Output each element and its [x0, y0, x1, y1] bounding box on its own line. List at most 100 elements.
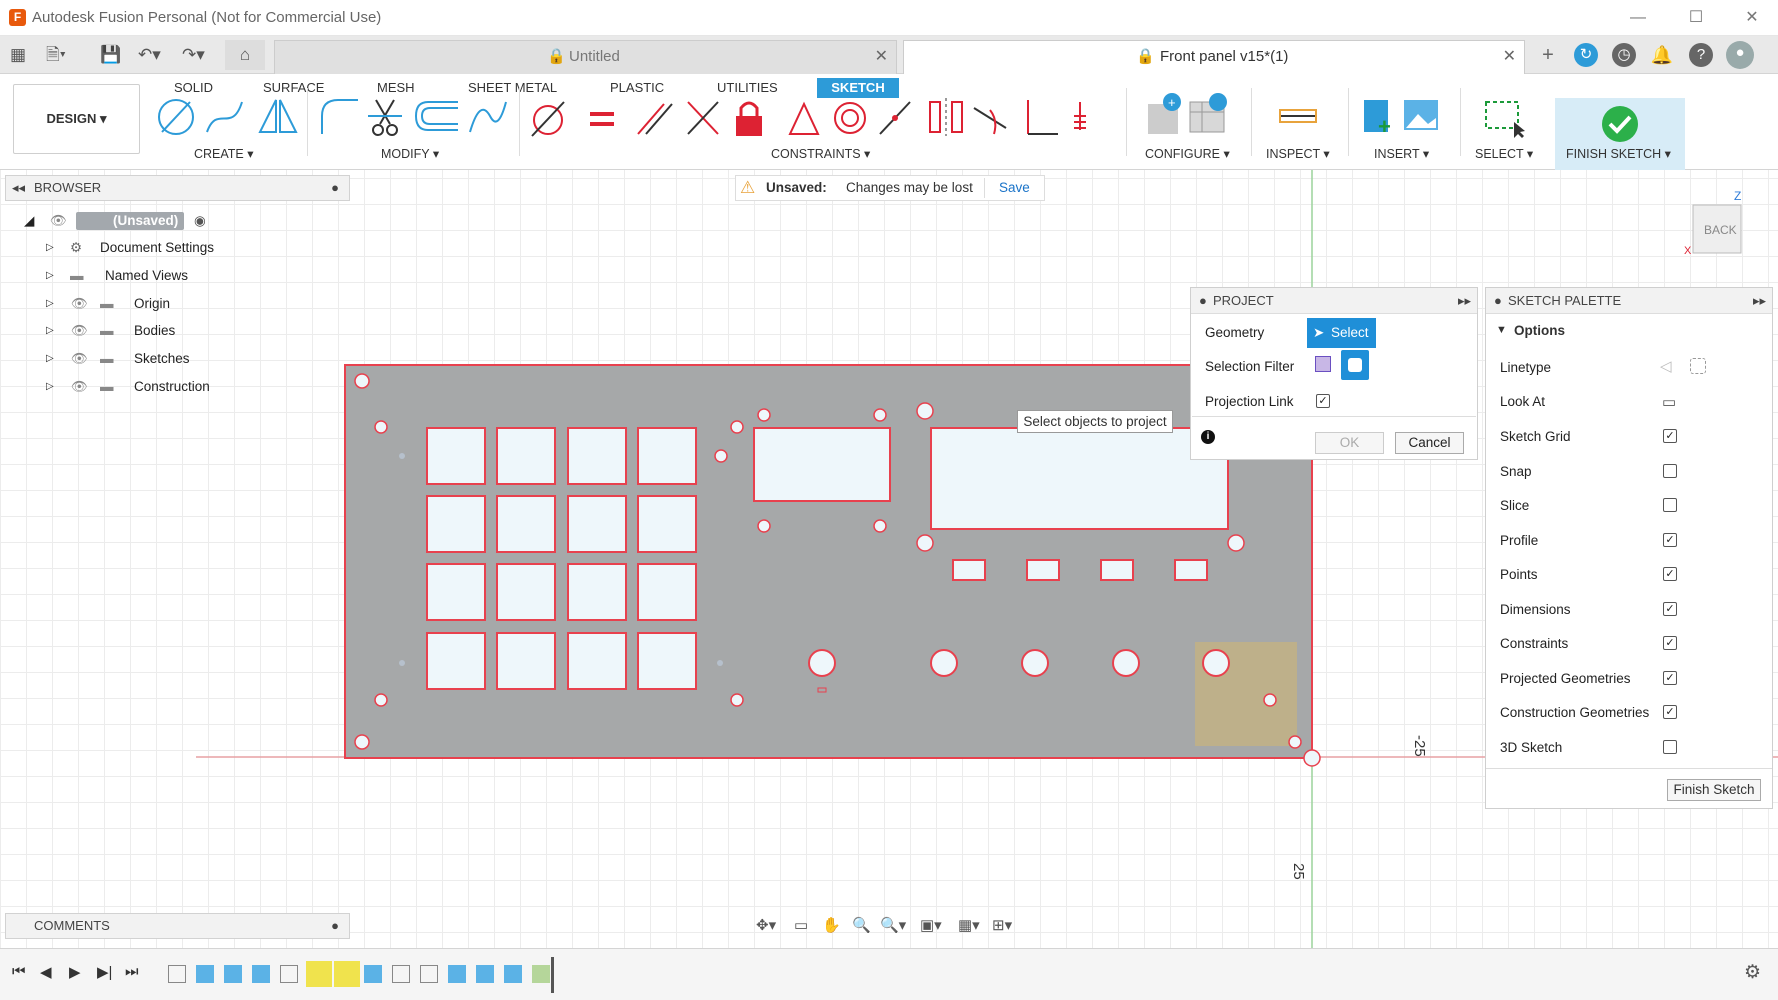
- browser-panel-header[interactable]: ◂◂ BROWSER ●: [5, 175, 350, 201]
- comments-panel-header[interactable]: COMMENTS ●: [5, 913, 350, 939]
- help-icon[interactable]: ?: [1689, 43, 1713, 67]
- timeline-extrude-feature[interactable]: [364, 965, 382, 983]
- visibility-eye-icon[interactable]: 👁: [50, 208, 67, 234]
- select-group-label[interactable]: SELECT ▾: [1475, 146, 1533, 161]
- timeline-mirror-feature[interactable]: [532, 965, 550, 983]
- 3d-sketch-checkbox[interactable]: [1663, 740, 1677, 754]
- finish-sketch-group-label[interactable]: FINISH SKETCH ▾: [1566, 146, 1671, 161]
- expand-arrow-icon[interactable]: ▷: [46, 374, 54, 400]
- centerline-linetype-icon[interactable]: [1690, 358, 1706, 374]
- timeline-extrude-feature[interactable]: [476, 965, 494, 983]
- job-status-icon[interactable]: ◷: [1612, 43, 1636, 67]
- timeline-marker[interactable]: [551, 957, 554, 993]
- expand-arrow-icon[interactable]: ▷: [46, 263, 54, 289]
- redo-icon[interactable]: ↷▾: [182, 43, 205, 67]
- expand-arrow-icon[interactable]: ◢: [24, 208, 34, 234]
- save-icon[interactable]: 💾: [100, 43, 121, 67]
- browser-options-icon[interactable]: ●: [331, 176, 339, 200]
- zoom-window-icon[interactable]: 🔍▾: [880, 913, 906, 939]
- tab-untitled[interactable]: 🔒 Untitled ✕: [274, 40, 897, 74]
- go-to-start-icon[interactable]: ⏮: [12, 963, 26, 980]
- collapse-palette-icon[interactable]: ●: [1494, 288, 1502, 314]
- close-tab-front-panel[interactable]: ✕: [1503, 41, 1516, 73]
- browser-item-construction[interactable]: ▷ 👁 ▬ Construction: [0, 374, 230, 400]
- expand-arrow-icon[interactable]: ▷: [46, 291, 54, 317]
- timeline-sketch-feature[interactable]: [168, 965, 186, 983]
- collapse-dialog-icon[interactable]: ●: [1199, 288, 1207, 314]
- workspace-switcher[interactable]: DESIGN ▾: [13, 84, 140, 154]
- timeline-highlighted-feature[interactable]: [334, 961, 360, 987]
- expand-arrow-icon[interactable]: ▷: [46, 235, 54, 261]
- timeline-sketch-feature[interactable]: [392, 965, 410, 983]
- visibility-eye-icon[interactable]: 👁: [71, 346, 88, 372]
- ok-button[interactable]: OK: [1315, 432, 1384, 454]
- timeline-sketch-feature[interactable]: [420, 965, 438, 983]
- maximize-button[interactable]: ☐: [1681, 6, 1711, 30]
- timeline-extrude-feature[interactable]: [448, 965, 466, 983]
- snap-checkbox[interactable]: [1663, 464, 1677, 478]
- section-collapse-icon[interactable]: ▼: [1496, 324, 1507, 336]
- create-group-label[interactable]: CREATE ▾: [194, 146, 254, 161]
- user-avatar[interactable]: ●: [1726, 41, 1754, 69]
- construction-geometries-checkbox[interactable]: ✓: [1663, 705, 1677, 719]
- expand-dialog-icon[interactable]: ▸▸: [1458, 288, 1471, 314]
- finish-sketch-check-icon[interactable]: [1600, 104, 1640, 144]
- finish-sketch-button[interactable]: Finish Sketch: [1667, 779, 1761, 801]
- projected-geometries-checkbox[interactable]: ✓: [1663, 671, 1677, 685]
- browser-root[interactable]: ◢ 👁 (Unsaved) ◉: [0, 208, 230, 234]
- projection-link-checkbox[interactable]: ✓: [1316, 394, 1330, 408]
- sketch-palette-header[interactable]: ● SKETCH PALETTE ▸▸: [1486, 288, 1772, 314]
- timeline-highlighted-feature[interactable]: [306, 961, 332, 987]
- collapse-browser-icon[interactable]: ◂◂: [12, 176, 25, 200]
- profile-checkbox[interactable]: ✓: [1663, 533, 1677, 547]
- extensions-icon[interactable]: ↻: [1574, 43, 1598, 67]
- expand-palette-icon[interactable]: ▸▸: [1753, 288, 1766, 314]
- options-section-title[interactable]: Options: [1514, 323, 1565, 338]
- inspect-group-label[interactable]: INSPECT ▾: [1266, 146, 1330, 161]
- orbit-icon[interactable]: ✥▾: [756, 913, 776, 939]
- specified-entities-filter-icon[interactable]: [1315, 356, 1331, 372]
- step-back-icon[interactable]: ◀: [40, 963, 52, 981]
- points-checkbox[interactable]: ✓: [1663, 567, 1677, 581]
- activate-radio-icon[interactable]: ◉: [194, 208, 206, 234]
- browser-item-sketches[interactable]: ▷ 👁 ▬ Sketches: [0, 346, 230, 372]
- timeline-extrude-feature[interactable]: [504, 965, 522, 983]
- display-settings-icon[interactable]: ▣▾: [920, 913, 942, 939]
- home-icon[interactable]: ⌂: [225, 40, 265, 70]
- bodies-filter-icon[interactable]: [1341, 350, 1369, 380]
- expand-arrow-icon[interactable]: ▷: [46, 318, 54, 344]
- sketch-grid-checkbox[interactable]: ✓: [1663, 429, 1677, 443]
- geometry-select-button[interactable]: ➤ Select: [1307, 318, 1376, 348]
- info-icon[interactable]: i: [1201, 430, 1215, 444]
- slice-checkbox[interactable]: [1663, 498, 1677, 512]
- timeline-extrude-feature[interactable]: [224, 965, 242, 983]
- modify-group-label[interactable]: MODIFY ▾: [381, 146, 439, 161]
- cancel-button[interactable]: Cancel: [1395, 432, 1464, 454]
- grid-settings-icon[interactable]: ▦▾: [958, 913, 980, 939]
- timeline-settings-gear-icon[interactable]: ⚙: [1744, 961, 1761, 984]
- data-panel-icon[interactable]: ▦: [10, 43, 26, 67]
- zoom-icon[interactable]: 🔍: [852, 913, 871, 939]
- add-comment-icon[interactable]: ●: [331, 914, 339, 938]
- timeline-extrude-feature[interactable]: [196, 965, 214, 983]
- insert-group-label[interactable]: INSERT ▾: [1374, 146, 1429, 161]
- minimize-button[interactable]: —: [1623, 6, 1653, 30]
- go-to-end-icon[interactable]: ⏭: [125, 963, 139, 980]
- visibility-eye-icon[interactable]: 👁: [71, 318, 88, 344]
- project-dialog-header[interactable]: ● PROJECT ▸▸: [1191, 288, 1477, 314]
- measure-icon[interactable]: [1278, 96, 1318, 136]
- notifications-icon[interactable]: 🔔: [1650, 43, 1674, 67]
- play-icon[interactable]: ▶: [69, 963, 81, 981]
- browser-item-document-settings[interactable]: ▷ ⚙ Document Settings: [0, 235, 230, 261]
- constraints-group-label[interactable]: CONSTRAINTS ▾: [771, 146, 870, 161]
- visibility-eye-icon[interactable]: 👁: [71, 291, 88, 317]
- browser-item-bodies[interactable]: ▷ 👁 ▬ Bodies: [0, 318, 230, 344]
- look-at-icon[interactable]: ▭: [1662, 393, 1676, 411]
- tab-front-panel[interactable]: 🔒 Front panel v15*(1) ✕: [903, 40, 1525, 74]
- step-forward-icon[interactable]: ▶|: [97, 963, 112, 981]
- constraints-checkbox[interactable]: ✓: [1663, 636, 1677, 650]
- visibility-eye-icon[interactable]: 👁: [71, 374, 88, 400]
- undo-icon[interactable]: ↶▾: [138, 43, 161, 67]
- dimensions-checkbox[interactable]: ✓: [1663, 602, 1677, 616]
- configure-group-label[interactable]: CONFIGURE ▾: [1145, 146, 1230, 161]
